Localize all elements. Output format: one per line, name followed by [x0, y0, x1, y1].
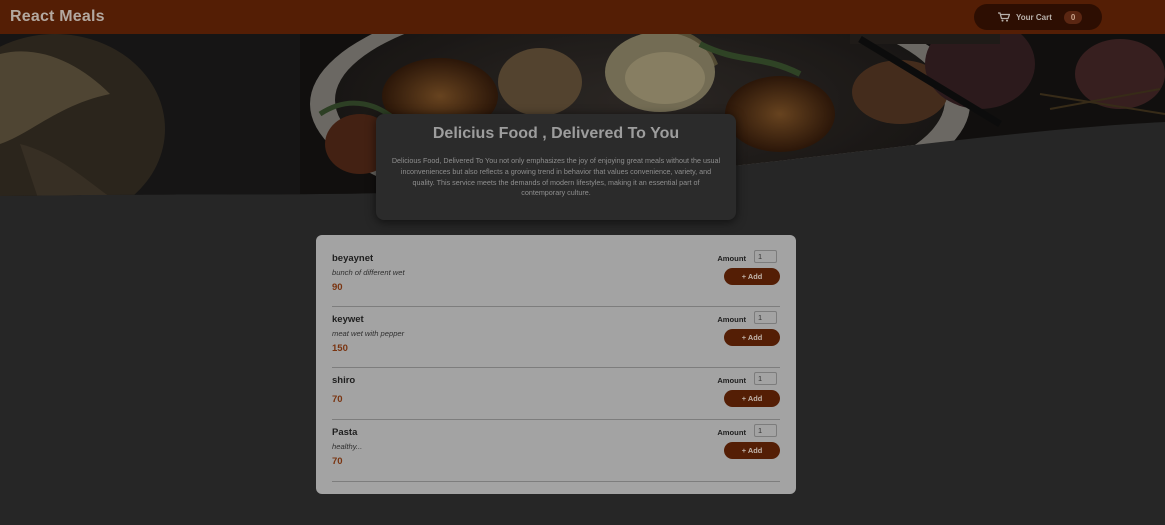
add-button[interactable]: + Add	[724, 268, 780, 285]
app-header: React Meals Your Cart 0	[0, 0, 1165, 34]
cart-icon	[998, 12, 1011, 22]
add-button[interactable]: + Add	[724, 329, 780, 346]
summary-text: Delicious Food, Delivered To You not onl…	[391, 156, 721, 198]
app-title: React Meals	[10, 8, 105, 25]
meal-item: beyaynet bunch of different wet 90 Amoun…	[332, 246, 780, 307]
amount-input[interactable]	[754, 424, 777, 437]
meal-name: Pasta	[332, 427, 358, 438]
summary-card: Delicius Food , Delivered To You Delicio…	[376, 114, 736, 220]
cart-count-badge: 0	[1063, 10, 1083, 24]
meals-list: beyaynet bunch of different wet 90 Amoun…	[316, 235, 796, 494]
cart-label: Your Cart	[1016, 12, 1052, 22]
meal-name: beyaynet	[332, 253, 374, 264]
amount-label: Amount	[717, 254, 746, 263]
summary-title: Delicius Food , Delivered To You	[432, 125, 680, 142]
amount-input[interactable]	[754, 311, 777, 324]
meal-item: Pasta healthy... 70 Amount + Add	[332, 420, 780, 482]
meal-item: keywet meat wet with pepper 150 Amount +…	[332, 307, 780, 368]
meal-description: meat wet with pepper	[332, 329, 405, 338]
meal-item: shiro 70 Amount + Add	[332, 368, 780, 420]
amount-label: Amount	[717, 428, 746, 437]
meal-name: shiro	[332, 375, 356, 386]
amount-label: Amount	[717, 376, 746, 385]
cart-button[interactable]: Your Cart 0	[974, 4, 1102, 30]
add-button[interactable]: + Add	[724, 390, 780, 407]
amount-input[interactable]	[754, 372, 777, 385]
meal-price: 70	[332, 394, 343, 405]
meal-description: bunch of different wet	[332, 268, 405, 277]
meal-price: 70	[332, 456, 343, 467]
amount-input[interactable]	[754, 250, 777, 263]
meal-price: 90	[332, 282, 343, 293]
meal-name: keywet	[332, 314, 364, 325]
amount-label: Amount	[717, 315, 746, 324]
meal-price: 150	[332, 343, 348, 354]
add-button[interactable]: + Add	[724, 442, 780, 459]
meal-description: healthy...	[332, 442, 363, 451]
